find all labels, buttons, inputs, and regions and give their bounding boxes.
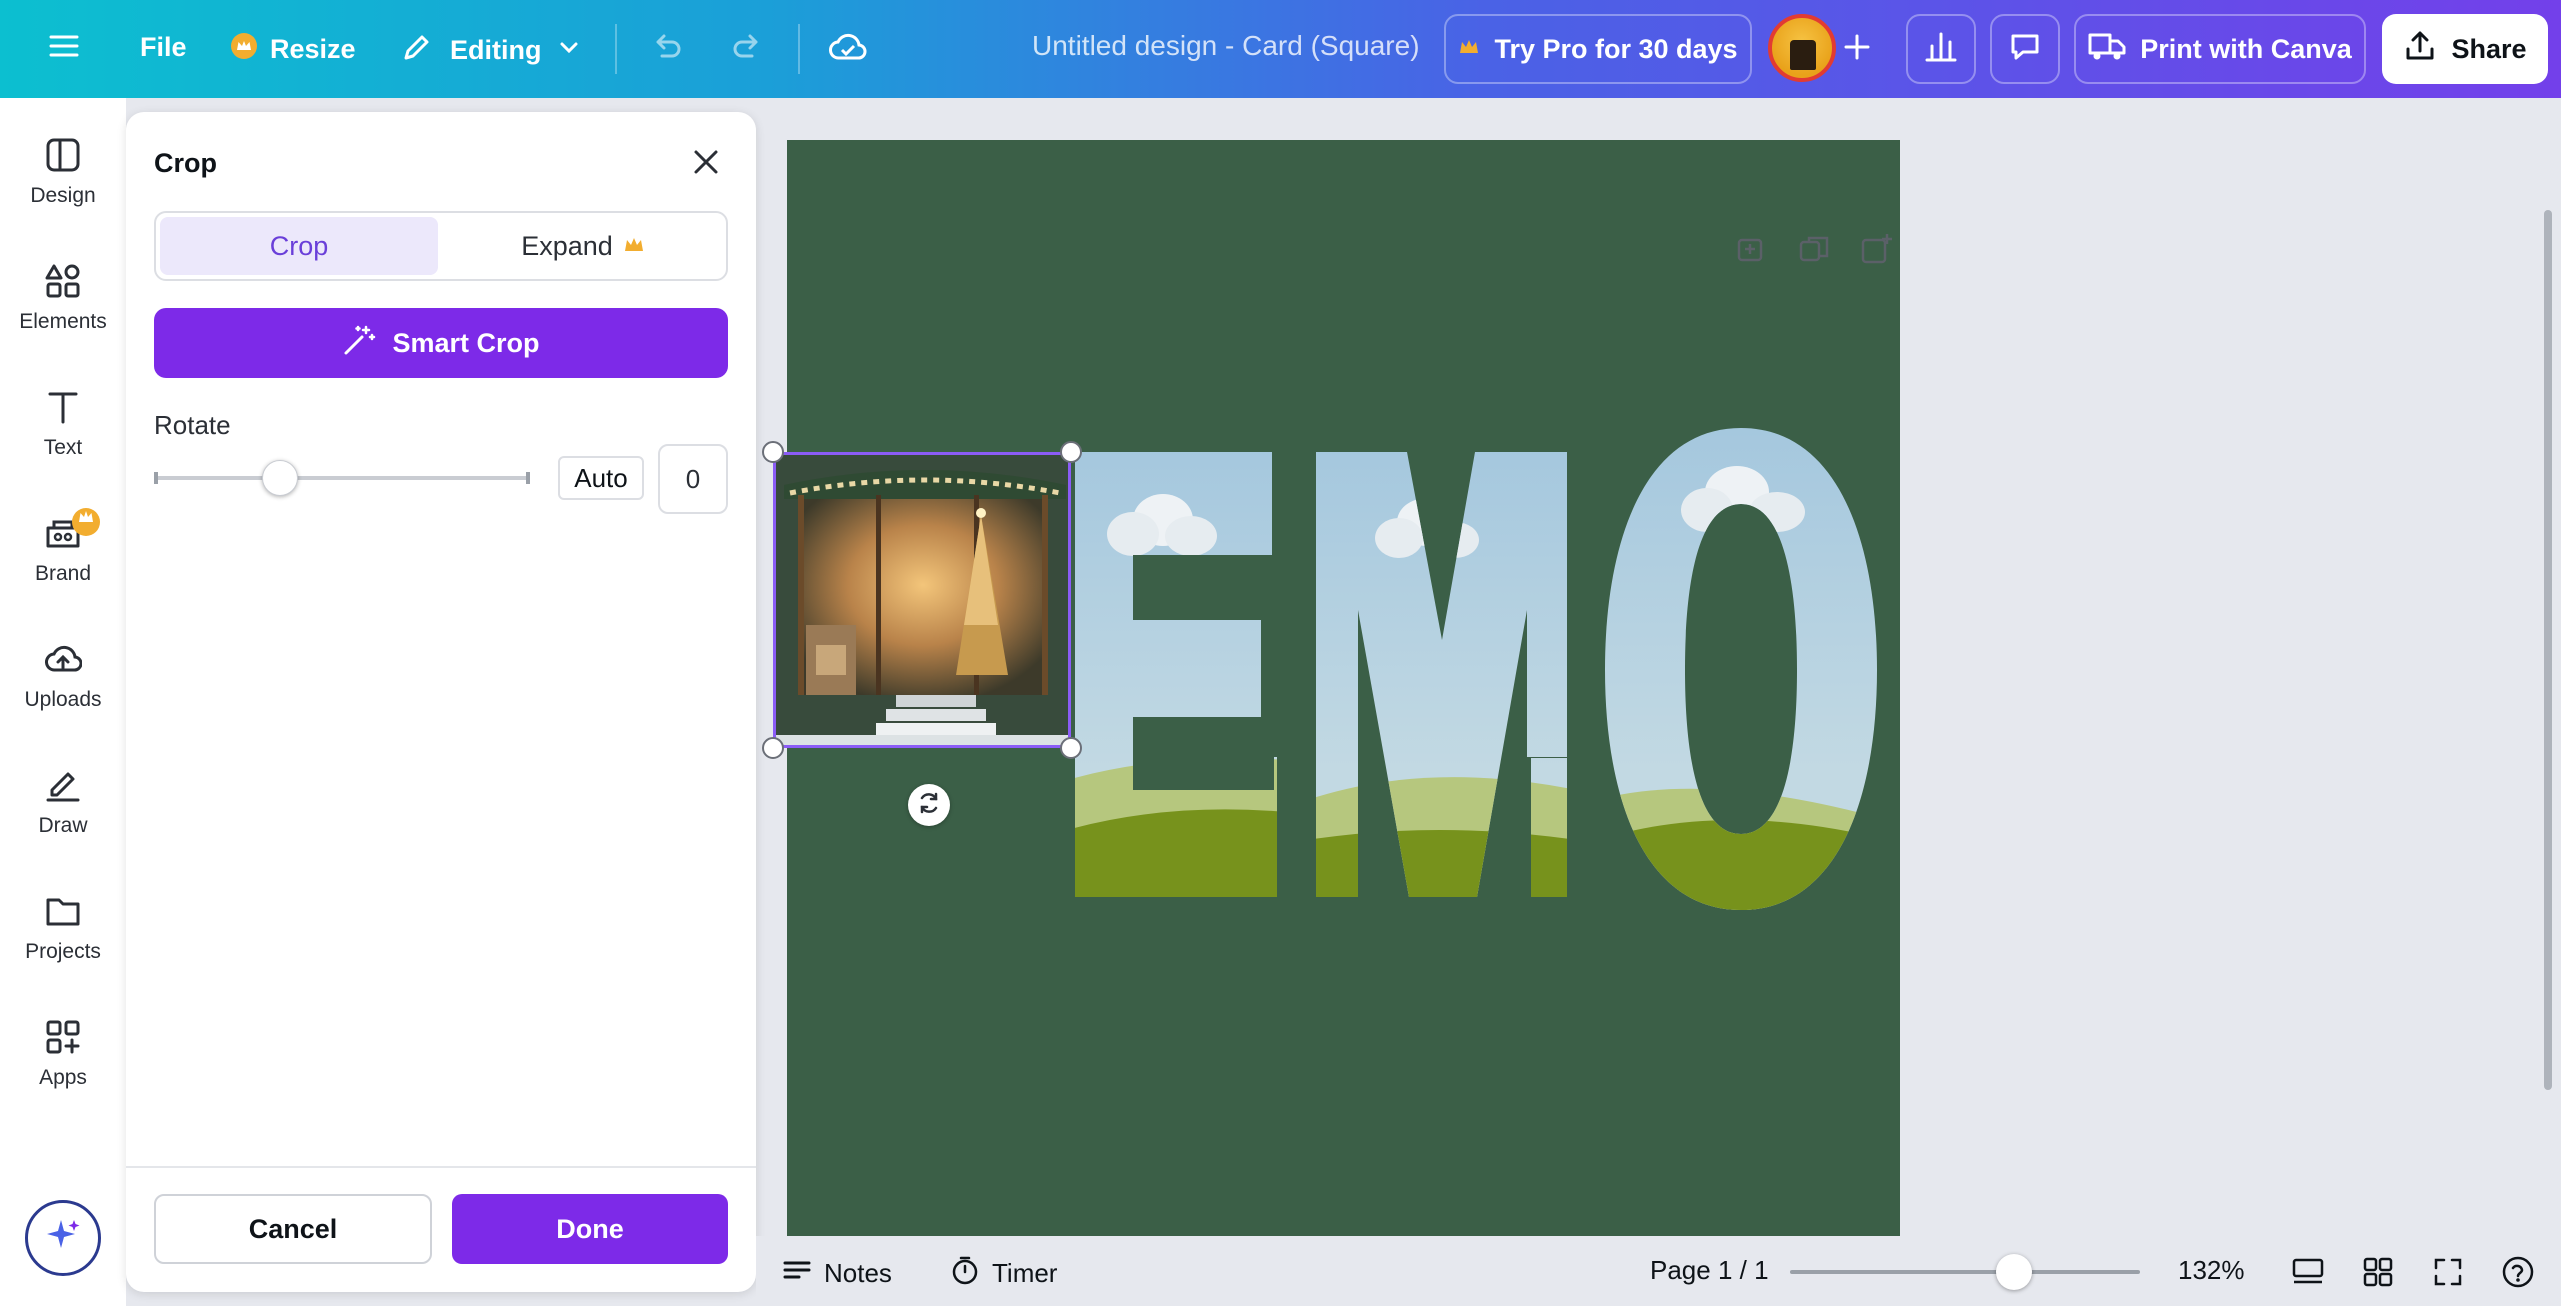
crop-handle-top-left[interactable]	[762, 441, 784, 463]
sidebar-item-text[interactable]: Text	[0, 388, 126, 498]
rotate-slider[interactable]	[156, 476, 530, 480]
comment-icon	[2007, 28, 2043, 71]
crop-selection-frame[interactable]	[773, 452, 1071, 748]
christmas-storefront-image	[776, 455, 1068, 745]
bar-chart-icon	[1923, 28, 1959, 71]
pages-view-icon[interactable]	[2290, 1254, 2326, 1290]
sidebar-item-uploads[interactable]: Uploads	[0, 640, 126, 750]
panel-title: Crop	[154, 148, 217, 178]
crop-handle-bottom-right[interactable]	[1060, 737, 1082, 759]
elements-icon	[44, 262, 82, 310]
sidebar-item-label: Design	[30, 184, 96, 207]
magic-wand-icon	[342, 323, 376, 364]
text-icon	[44, 388, 82, 436]
sidebar-item-projects[interactable]: Projects	[0, 892, 126, 1002]
notes-icon	[782, 1255, 812, 1292]
help-icon[interactable]	[2500, 1254, 2536, 1290]
sidebar-item-elements[interactable]: Elements	[0, 262, 126, 372]
panel-divider	[126, 1166, 756, 1168]
crown-icon	[1458, 34, 1480, 65]
cloud-saved-icon[interactable]	[828, 28, 868, 68]
left-sidebar: Design Elements Text Brand Uploads Draw	[0, 98, 126, 1306]
crop-handle-top-right[interactable]	[1060, 441, 1082, 463]
sidebar-item-design[interactable]: Design	[0, 136, 126, 246]
crown-icon	[72, 508, 100, 536]
rotate-icon	[916, 790, 942, 821]
sparkle-icon	[43, 1216, 83, 1261]
redo-icon[interactable]	[730, 30, 766, 66]
toolbar-divider	[798, 24, 800, 74]
zoom-level[interactable]: 132%	[2178, 1255, 2245, 1286]
cancel-button[interactable]: Cancel	[154, 1194, 432, 1264]
lock-page-icon[interactable]	[1733, 232, 1767, 266]
rotate-label: Rotate	[154, 410, 231, 440]
sidebar-item-label: Draw	[38, 814, 88, 837]
projects-icon	[44, 892, 82, 940]
fullscreen-icon[interactable]	[2430, 1254, 2466, 1290]
sidebar-item-label: Projects	[25, 940, 101, 963]
share-button[interactable]: Share	[2382, 14, 2548, 84]
menu-icon[interactable]	[48, 30, 80, 62]
duplicate-page-icon[interactable]	[1797, 232, 1831, 266]
letter-e	[1075, 452, 1277, 897]
vertical-scrollbar[interactable]	[2544, 210, 2552, 1090]
sidebar-item-label: Apps	[39, 1066, 87, 1089]
truck-icon	[2088, 29, 2126, 70]
undo-icon[interactable]	[648, 30, 684, 66]
draw-icon	[44, 766, 82, 814]
crop-handle-bottom-left[interactable]	[762, 737, 784, 759]
letter-o	[1605, 428, 1877, 910]
crop-mode-toggle: Crop Expand	[154, 211, 728, 281]
rotate-handle[interactable]	[908, 784, 950, 826]
notes-button[interactable]: Notes	[782, 1255, 892, 1292]
sidebar-item-draw[interactable]: Draw	[0, 766, 126, 876]
insights-button[interactable]	[1906, 14, 1976, 84]
grid-view-icon[interactable]	[2360, 1254, 2396, 1290]
avatar[interactable]	[1768, 14, 1836, 82]
sidebar-item-apps[interactable]: Apps	[0, 1018, 126, 1128]
pencil-icon	[400, 30, 434, 71]
file-menu[interactable]: File	[140, 32, 187, 63]
print-with-canva-button[interactable]: Print with Canva	[2074, 14, 2366, 84]
timer-icon	[950, 1255, 980, 1292]
add-page-icon[interactable]	[1859, 232, 1893, 266]
smart-crop-button[interactable]: Smart Crop	[154, 308, 728, 378]
editing-mode-dropdown[interactable]: Editing	[400, 30, 581, 71]
sidebar-item-label: Elements	[19, 310, 107, 333]
letter-m	[1316, 452, 1567, 897]
rotate-slider-thumb[interactable]	[261, 460, 298, 496]
crown-icon	[230, 32, 258, 67]
top-toolbar: File Resize Editing Untitled design - Ca…	[0, 0, 2561, 98]
chevron-down-icon	[557, 35, 581, 66]
apps-icon	[44, 1018, 82, 1066]
page-indicator[interactable]: Page 1 / 1	[1650, 1255, 1769, 1286]
slider-tick	[154, 472, 158, 484]
share-icon	[2403, 29, 2437, 70]
comments-button[interactable]	[1990, 14, 2060, 84]
uploads-icon	[44, 640, 82, 688]
zoom-slider[interactable]	[1790, 1270, 2140, 1274]
resize-button[interactable]: Resize	[230, 32, 356, 67]
timer-button[interactable]: Timer	[950, 1255, 1057, 1292]
close-icon[interactable]	[688, 144, 724, 180]
rotate-angle-input[interactable]: 0	[658, 444, 728, 514]
sidebar-item-brand[interactable]: Brand	[0, 508, 126, 624]
add-collaborator-icon[interactable]	[1840, 30, 1874, 64]
tab-crop[interactable]: Crop	[160, 217, 438, 275]
magic-assistant-button[interactable]	[25, 1200, 101, 1276]
toolbar-divider	[615, 24, 617, 74]
tab-expand[interactable]: Expand	[442, 217, 724, 275]
crown-icon	[623, 231, 645, 262]
crop-panel: Crop Crop Expand Smart Crop Rotate Auto …	[126, 112, 756, 1292]
sidebar-item-label: Uploads	[24, 688, 102, 711]
sidebar-item-label: Brand	[34, 562, 92, 585]
design-icon	[44, 136, 82, 184]
slider-tick	[526, 472, 530, 484]
try-pro-button[interactable]: Try Pro for 30 days	[1444, 14, 1752, 84]
document-title[interactable]: Untitled design - Card (Square)	[1032, 30, 1420, 62]
auto-rotate-button[interactable]: Auto	[558, 456, 644, 500]
done-button[interactable]: Done	[452, 1194, 728, 1264]
sidebar-item-label: Text	[43, 436, 83, 459]
zoom-slider-thumb[interactable]	[1996, 1254, 2032, 1290]
